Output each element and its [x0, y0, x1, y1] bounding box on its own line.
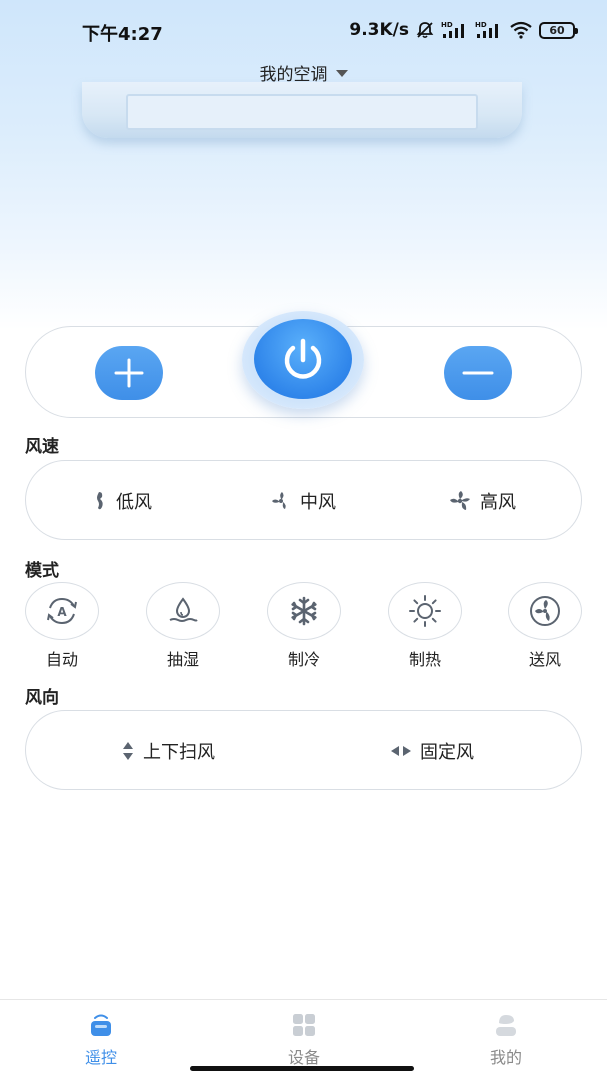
- fan-icon: [530, 596, 560, 626]
- wind-direction-heading: 风向: [25, 688, 59, 708]
- mode-heat-label: 制热: [408, 650, 441, 669]
- mode-fan-button[interactable]: [508, 582, 582, 640]
- fan-speed-medium-option[interactable]: 中风: [270, 461, 336, 541]
- svg-text:HD: HD: [475, 21, 487, 29]
- mode-auto-button[interactable]: A: [25, 582, 99, 640]
- temperature-down-button[interactable]: [444, 346, 512, 400]
- status-time: 下午4:27: [82, 24, 163, 45]
- mode-cool-label: 制冷: [287, 650, 320, 669]
- fan-speed-high-option[interactable]: 高风: [448, 461, 516, 541]
- mode-heat-option[interactable]: 制热: [388, 582, 462, 670]
- power-icon: [284, 338, 322, 379]
- user-icon: [496, 1015, 516, 1036]
- mode-fan-option[interactable]: 送风: [508, 582, 582, 670]
- plus-icon: [114, 358, 144, 388]
- grid-icon: [293, 1014, 315, 1036]
- swing-vertical-icon: [123, 742, 133, 760]
- tab-profile-label: 我的: [489, 1048, 522, 1067]
- mode-fan-label: 送风: [528, 650, 561, 669]
- minus-icon: [462, 371, 494, 375]
- fixed-direction-icon: [391, 746, 411, 756]
- snowflake-icon: [291, 596, 317, 626]
- fan-speed-panel: 低风 中风 高风: [25, 460, 582, 540]
- tab-devices[interactable]: 设备: [264, 1012, 344, 1068]
- fan-speed-low-label: 低风: [116, 492, 152, 513]
- tab-remote-label: 遥控: [84, 1048, 117, 1067]
- network-speed: 9.3K/s: [349, 20, 409, 40]
- signal-hd-icon-1: HD: [441, 20, 469, 40]
- wind-swing-option[interactable]: 上下扫风: [121, 711, 215, 791]
- mute-bell-icon: [415, 20, 435, 40]
- fan-speed-low-option[interactable]: 低风: [94, 461, 152, 541]
- air-conditioner-illustration: [82, 82, 522, 138]
- fan-medium-icon: [272, 492, 286, 509]
- status-indicators: 9.3K/s HD HD 60: [349, 20, 578, 40]
- mode-dehumidify-option[interactable]: 抽湿: [146, 582, 220, 670]
- auto-mode-icon: A: [47, 597, 77, 625]
- wifi-icon: [509, 21, 533, 39]
- mode-cool-option[interactable]: 制冷: [267, 582, 341, 670]
- mode-dehumidify-button[interactable]: [146, 582, 220, 640]
- chevron-down-icon: [335, 70, 348, 77]
- wind-swing-label: 上下扫风: [143, 742, 215, 763]
- fan-speed-high-label: 高风: [480, 492, 516, 513]
- wind-fixed-option[interactable]: 固定风: [390, 711, 474, 791]
- temperature-up-button[interactable]: [95, 346, 163, 400]
- dehumidify-icon: [169, 597, 198, 622]
- mode-dehumidify-label: 抽湿: [166, 650, 199, 669]
- wind-fixed-label: 固定风: [420, 742, 474, 763]
- home-indicator: [190, 1066, 414, 1071]
- remote-icon: [91, 1014, 111, 1036]
- tab-devices-label: 设备: [287, 1048, 320, 1067]
- tab-remote[interactable]: 遥控: [61, 1012, 141, 1068]
- fan-high-icon: [450, 491, 470, 510]
- mode-heat-button[interactable]: [388, 582, 462, 640]
- signal-hd-icon-2: HD: [475, 20, 503, 40]
- mode-auto-label: 自动: [45, 650, 78, 669]
- tab-profile[interactable]: 我的: [466, 1012, 546, 1068]
- status-bar: 下午4:27 9.3K/s HD HD 60: [0, 0, 607, 60]
- svg-text:A: A: [57, 605, 67, 619]
- fan-speed-heading: 风速: [25, 437, 59, 457]
- mode-heading: 模式: [25, 561, 59, 581]
- svg-text:HD: HD: [441, 21, 453, 29]
- battery-indicator: 60: [539, 21, 578, 39]
- wind-direction-panel: 上下扫风 固定风: [25, 710, 582, 790]
- fan-low-icon: [97, 492, 103, 510]
- mode-auto-option[interactable]: A 自动: [25, 582, 99, 670]
- sun-icon: [409, 595, 441, 627]
- ac-vent: [126, 94, 478, 130]
- power-button[interactable]: [254, 319, 352, 399]
- fan-speed-medium-label: 中风: [300, 492, 336, 513]
- mode-cool-button[interactable]: [267, 582, 341, 640]
